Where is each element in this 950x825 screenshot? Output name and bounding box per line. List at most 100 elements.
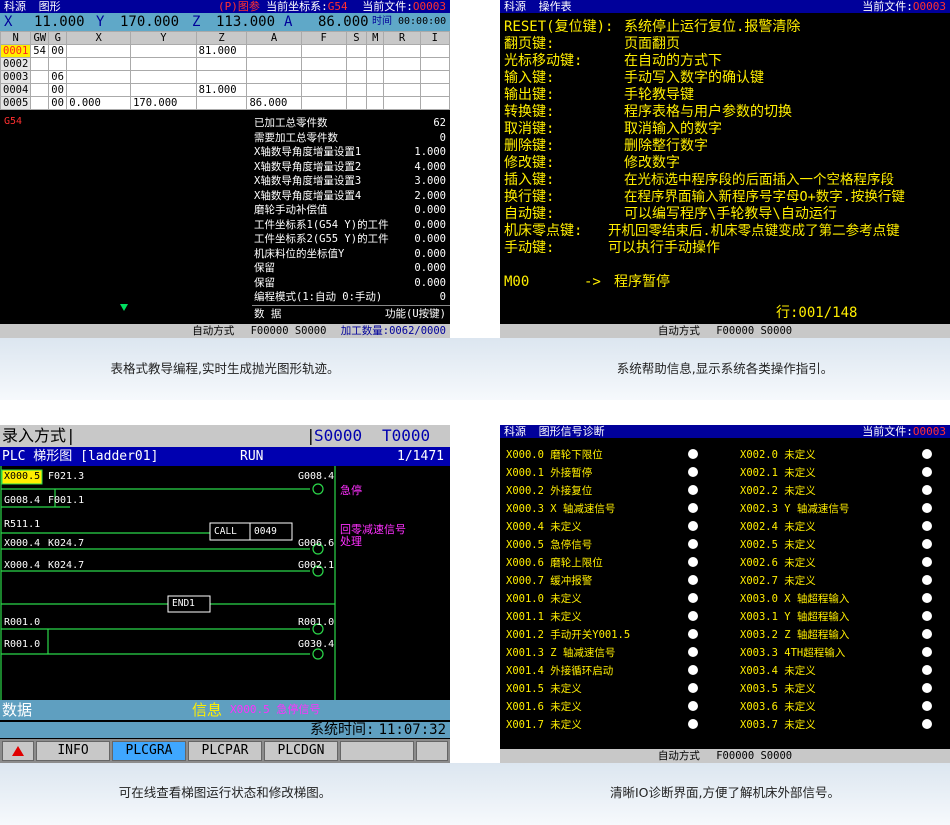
data-softkey[interactable]: 数 据 <box>254 308 281 320</box>
param-row[interactable]: 已加工总零件数 62 <box>252 116 450 131</box>
contact-k0247[interactable]: K024.7 <box>48 538 84 549</box>
table-cell[interactable] <box>383 96 421 110</box>
table-cell[interactable]: 06 <box>48 70 68 84</box>
table-cell[interactable] <box>300 44 347 58</box>
row-number[interactable]: 0005 <box>0 96 32 110</box>
table-cell[interactable] <box>48 57 68 71</box>
table-cell[interactable] <box>383 44 421 58</box>
param-row[interactable]: 工件坐标系1(G54 Y)的工件 0.000 <box>252 218 450 233</box>
table-cell[interactable] <box>195 96 248 110</box>
softkey-info[interactable]: INFO <box>36 741 110 761</box>
param-row[interactable]: X轴数导角度增量设置3 3.000 <box>252 174 450 189</box>
table-cell[interactable] <box>419 83 450 97</box>
table-cell[interactable] <box>66 83 132 97</box>
coil-g0084[interactable]: G008.4 <box>298 471 334 482</box>
table-cell[interactable] <box>366 44 385 58</box>
table-row[interactable]: 0001 54 00 81.000 <box>0 44 450 58</box>
table-cell[interactable] <box>246 44 302 58</box>
coil-g0304[interactable]: G030.4 <box>298 639 334 650</box>
table-cell[interactable] <box>366 96 385 110</box>
table-cell[interactable] <box>419 57 450 71</box>
table-cell[interactable] <box>130 83 197 97</box>
table-cell[interactable] <box>366 83 385 97</box>
table-cell[interactable] <box>130 57 197 71</box>
table-cell[interactable]: 00 <box>48 96 68 110</box>
back-button[interactable] <box>2 741 34 761</box>
table-cell[interactable] <box>419 96 450 110</box>
table-cell[interactable] <box>345 83 368 97</box>
table-cell[interactable]: 00 <box>48 44 68 58</box>
contact-r0010-b[interactable]: R001.0 <box>4 639 40 650</box>
softkey-blank-1[interactable] <box>340 741 414 761</box>
table-cell[interactable] <box>300 96 347 110</box>
table-cell[interactable] <box>195 70 248 84</box>
table-cell[interactable] <box>345 96 368 110</box>
row-number[interactable]: 0004 <box>0 83 32 97</box>
table-cell[interactable]: 170.000 <box>130 96 197 110</box>
table-cell[interactable] <box>30 96 50 110</box>
table-cell[interactable] <box>383 83 421 97</box>
table-cell[interactable] <box>345 57 368 71</box>
contact-x0005[interactable]: X000.5 <box>4 471 40 482</box>
param-row[interactable]: X轴数导角度增量设置2 4.000 <box>252 160 450 175</box>
contact-f0213[interactable]: F021.3 <box>48 471 84 482</box>
contact-x0004[interactable]: X000.4 <box>4 538 40 549</box>
table-row[interactable]: 0004 00 81.000 <box>0 83 450 97</box>
table-cell[interactable] <box>419 44 450 58</box>
table-cell[interactable] <box>300 70 347 84</box>
table-cell[interactable] <box>383 57 421 71</box>
table-cell[interactable] <box>30 57 50 71</box>
table-cell[interactable]: 00 <box>48 83 68 97</box>
contact-r0010[interactable]: R001.0 <box>4 617 40 628</box>
param-row[interactable]: X轴数导角度增量设置1 1.000 <box>252 145 450 160</box>
call-block[interactable]: CALL <box>214 526 237 537</box>
contact-r5111[interactable]: R511.1 <box>4 519 40 530</box>
table-cell[interactable] <box>300 83 347 97</box>
table-cell[interactable] <box>345 44 368 58</box>
table-cell[interactable] <box>30 83 50 97</box>
table-cell[interactable] <box>66 57 132 71</box>
coil-r0010[interactable]: R001.0 <box>298 617 334 628</box>
param-row[interactable]: 保留 0.000 <box>252 276 450 291</box>
table-cell[interactable] <box>30 70 50 84</box>
table-cell[interactable] <box>66 44 132 58</box>
table-cell[interactable] <box>246 70 302 84</box>
param-row[interactable]: 需要加工总零件数 0 <box>252 131 450 146</box>
function-softkey[interactable]: 功能(U按键) <box>385 306 446 322</box>
table-row[interactable]: 0005 00 0.000 170.000 86.000 <box>0 96 450 110</box>
table-cell[interactable] <box>66 70 132 84</box>
table-cell[interactable]: 0.000 <box>66 96 132 110</box>
param-row[interactable]: 工件坐标系2(G55 Y)的工件 0.000 <box>252 232 450 247</box>
table-cell[interactable] <box>366 70 385 84</box>
softkey-plcgra[interactable]: PLCGRA <box>112 741 186 761</box>
param-row[interactable]: X轴数导角度增量设置4 2.000 <box>252 189 450 204</box>
table-cell[interactable] <box>383 70 421 84</box>
param-row[interactable]: 磨轮手动补偿值 0.000 <box>252 203 450 218</box>
table-cell[interactable]: 86.000 <box>246 96 302 110</box>
contact-k0247-b[interactable]: K024.7 <box>48 560 84 571</box>
contact-x0004-b[interactable]: X000.4 <box>4 560 40 571</box>
softkey-blank-2[interactable] <box>416 741 448 761</box>
table-cell[interactable] <box>345 70 368 84</box>
table-cell[interactable] <box>419 70 450 84</box>
table-row[interactable]: 0003 06 <box>0 70 450 84</box>
coil-g0066[interactable]: G006.6 <box>298 538 334 549</box>
row-number[interactable]: 0002 <box>0 57 32 71</box>
contact-g0084[interactable]: G008.4 <box>4 495 40 506</box>
table-cell[interactable] <box>130 70 197 84</box>
row-number[interactable]: 0003 <box>0 70 32 84</box>
table-row[interactable]: 0002 <box>0 57 450 71</box>
table-cell[interactable] <box>300 57 347 71</box>
param-row[interactable]: 编程模式(1:自动 0:手动) 0 <box>252 290 450 305</box>
table-cell[interactable] <box>246 83 302 97</box>
table-cell[interactable] <box>366 57 385 71</box>
param-row[interactable]: 保留 0.000 <box>252 261 450 276</box>
param-row[interactable]: 机床料位的坐标值Y 0.000 <box>252 247 450 262</box>
softkey-plcpar[interactable]: PLCPAR <box>188 741 262 761</box>
row-number[interactable]: 0001 <box>0 44 32 58</box>
table-cell[interactable] <box>130 44 197 58</box>
end-block[interactable]: END1 <box>172 598 195 609</box>
coil-g0021[interactable]: G002.1 <box>298 560 334 571</box>
contact-f0011[interactable]: F001.1 <box>48 495 84 506</box>
softkey-plcdgn[interactable]: PLCDGN <box>264 741 338 761</box>
